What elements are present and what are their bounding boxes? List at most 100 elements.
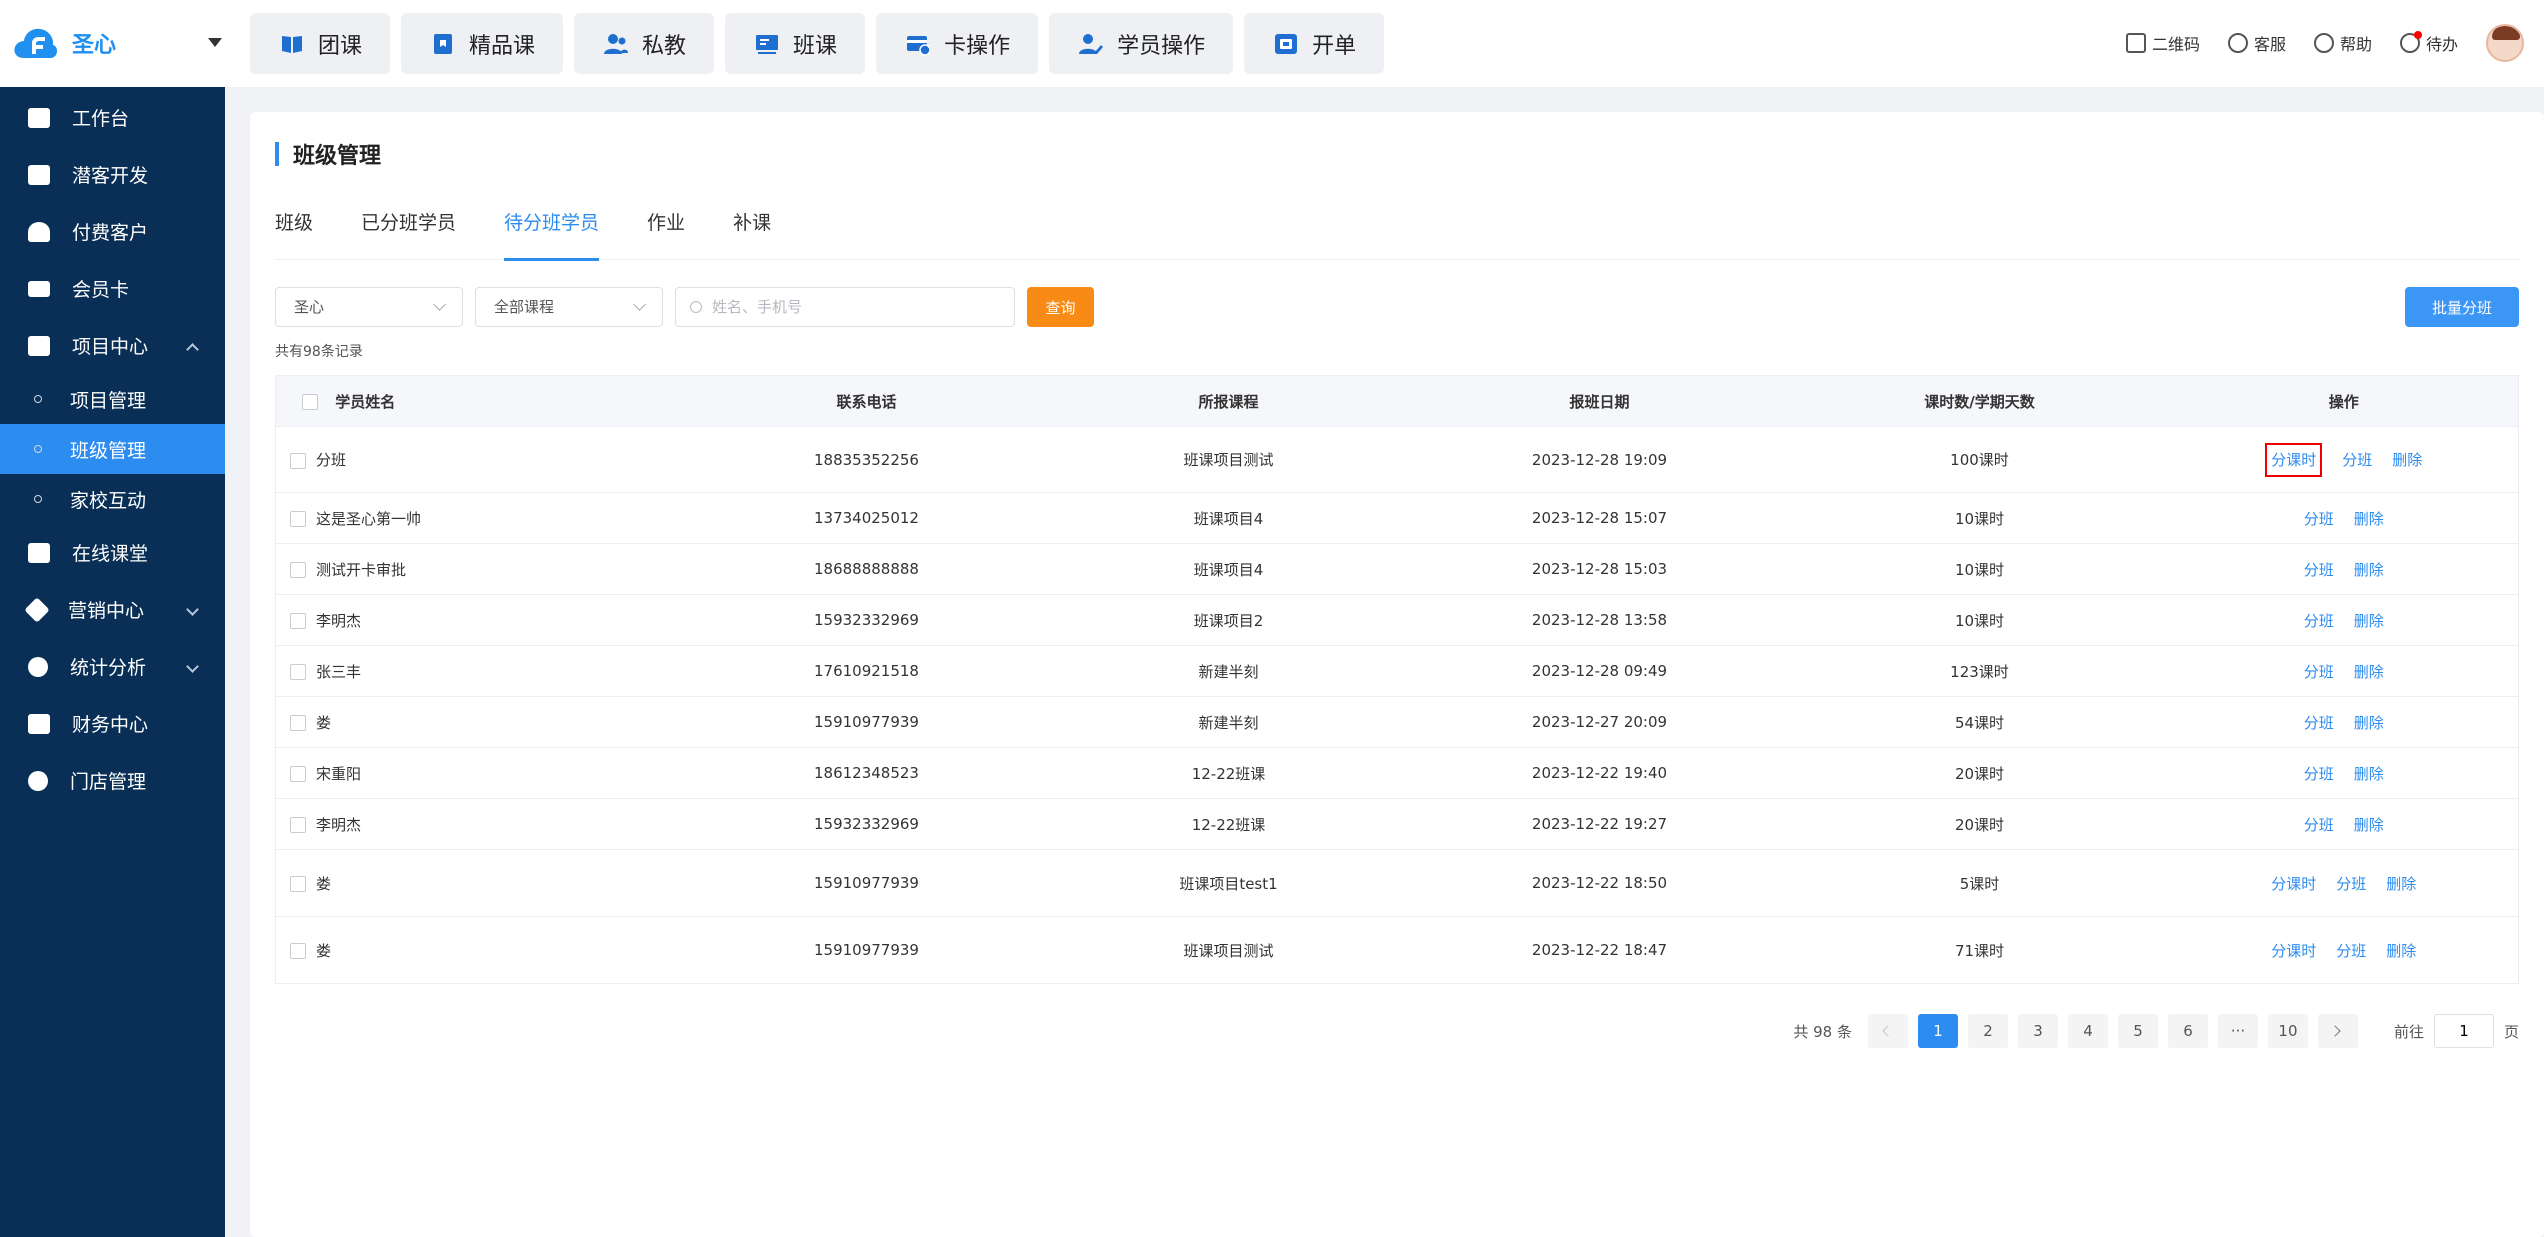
query-button[interactable]: 查询: [1027, 287, 1094, 327]
nav-tab-card-operation[interactable]: 卡操作: [876, 13, 1039, 74]
sidebar-item-statistics[interactable]: 统计分析: [0, 638, 225, 695]
student-name: 测试开卡审批: [316, 560, 407, 579]
assign-class-link[interactable]: 分班: [2304, 612, 2334, 630]
page-button[interactable]: 6: [2167, 1014, 2208, 1048]
assign-class-link[interactable]: 分班: [2342, 451, 2372, 469]
nav-tab-group-class[interactable]: 团课: [250, 13, 391, 74]
assign-class-link[interactable]: 分班: [2304, 714, 2334, 732]
sidebar-item-store-management[interactable]: 门店管理: [0, 752, 225, 809]
sidebar-item-prospects[interactable]: 潜客开发: [0, 146, 225, 203]
delete-link[interactable]: 删除: [2354, 612, 2384, 630]
sidebar-subitem-class-management[interactable]: 班级管理: [0, 424, 225, 474]
split-hours-link[interactable]: 分课时: [2265, 443, 2323, 477]
prev-page-button[interactable]: [1867, 1014, 1908, 1048]
batch-assign-button[interactable]: 批量分班: [2405, 287, 2519, 327]
assign-class-link[interactable]: 分班: [2304, 765, 2334, 783]
header-phone: 联系电话: [685, 375, 1048, 427]
row-checkbox[interactable]: [290, 817, 306, 833]
delete-link[interactable]: 删除: [2354, 510, 2384, 528]
page-button[interactable]: 3: [2017, 1014, 2058, 1048]
assign-class-link[interactable]: 分班: [2304, 816, 2334, 834]
goto-page-input[interactable]: [2433, 1014, 2494, 1048]
delete-link[interactable]: 删除: [2354, 561, 2384, 579]
org-switch-caret-icon[interactable]: [208, 38, 222, 47]
top-nav: 团课 精品课 私教 班课 卡操作 学员操作 开单: [250, 13, 1385, 74]
tab-assigned-students[interactable]: 已分班学员: [361, 208, 456, 260]
assign-class-link[interactable]: 分班: [2304, 510, 2334, 528]
sidebar-item-marketing[interactable]: 营销中心: [0, 581, 225, 638]
nav-tab-premium-course[interactable]: 精品课: [401, 13, 564, 74]
sidebar-item-project-center[interactable]: 项目中心: [0, 317, 225, 374]
delete-link[interactable]: 删除: [2354, 765, 2384, 783]
sidebar-item-finance[interactable]: 财务中心: [0, 695, 225, 752]
nav-tab-create-order[interactable]: 开单: [1244, 13, 1385, 74]
delete-link[interactable]: 删除: [2386, 875, 2416, 893]
student-name: 这是圣心第一帅: [316, 509, 422, 528]
tab-classes[interactable]: 班级: [275, 208, 313, 260]
sidebar-item-online-class[interactable]: 在线课堂: [0, 524, 225, 581]
cell-course: 班课项目test1: [1047, 849, 1410, 917]
page-button[interactable]: 4: [2067, 1014, 2108, 1048]
assign-class-link[interactable]: 分班: [2336, 942, 2366, 960]
delete-link[interactable]: 删除: [2386, 942, 2416, 960]
user-avatar[interactable]: [2486, 24, 2524, 62]
sidebar-item-label: 营销中心: [68, 600, 145, 622]
assign-class-link[interactable]: 分班: [2304, 561, 2334, 579]
assign-class-link[interactable]: 分班: [2304, 663, 2334, 681]
page-button[interactable]: 5: [2117, 1014, 2158, 1048]
sidebar-subitem-home-school[interactable]: 家校互动: [0, 474, 225, 524]
store-select[interactable]: 圣心: [275, 287, 463, 327]
sidebar-item-workbench[interactable]: 工作台: [0, 89, 225, 146]
sidebar-subitem-label: 家校互动: [70, 489, 147, 512]
course-select[interactable]: 全部课程: [475, 287, 663, 327]
row-checkbox[interactable]: [290, 766, 306, 782]
todo-button[interactable]: 待办: [2399, 31, 2458, 55]
sidebar-subitem-project-management[interactable]: 项目管理: [0, 374, 225, 424]
tab-makeup-class[interactable]: 补课: [733, 208, 771, 260]
table-row: 娄 15910977939 班课项目test1 2023-12-22 18:50 5课时…: [275, 849, 2519, 917]
sidebar-subitem-label: 项目管理: [70, 389, 147, 412]
split-hours-link[interactable]: 分课时: [2271, 942, 2316, 960]
row-checkbox[interactable]: [290, 452, 306, 469]
sidebar-item-membership-card[interactable]: 会员卡: [0, 260, 225, 317]
split-hours-link[interactable]: 分课时: [2271, 875, 2316, 893]
qrcode-button[interactable]: 二维码: [2125, 31, 2200, 55]
delete-link[interactable]: 删除: [2354, 816, 2384, 834]
nav-tab-class-course[interactable]: 班课: [725, 13, 866, 74]
row-checkbox[interactable]: [290, 943, 306, 959]
delete-link[interactable]: 删除: [2392, 451, 2422, 469]
row-checkbox[interactable]: [290, 511, 306, 527]
nav-tab-private-coach[interactable]: 私教: [574, 13, 715, 74]
row-checkbox[interactable]: [290, 613, 306, 629]
tab-homework[interactable]: 作业: [647, 208, 685, 260]
tab-pending-students[interactable]: 待分班学员: [504, 208, 600, 261]
cell-course: 新建半刻: [1047, 645, 1410, 697]
logo[interactable]: 圣心: [12, 26, 116, 60]
select-all-checkbox[interactable]: [302, 394, 318, 410]
order-icon: [1275, 33, 1298, 54]
nav-tab-student-operation[interactable]: 学员操作: [1049, 13, 1234, 74]
assign-class-link[interactable]: 分班: [2336, 875, 2366, 893]
help-button[interactable]: 帮助: [2313, 31, 2372, 55]
page-title-text: 班级管理: [293, 144, 382, 169]
row-checkbox[interactable]: [290, 562, 306, 578]
cell-student-name: 李明杰: [275, 798, 686, 850]
cell-student-name: 张三丰: [275, 645, 686, 697]
delete-link[interactable]: 删除: [2354, 663, 2384, 681]
page-button[interactable]: 1: [1917, 1014, 1958, 1048]
headset-icon: [2227, 33, 2248, 53]
row-checkbox[interactable]: [290, 876, 306, 892]
sidebar-item-paid-customers[interactable]: 付费客户: [0, 203, 225, 260]
more-pages-button[interactable]: ···: [2217, 1014, 2258, 1048]
page-button[interactable]: 2: [1967, 1014, 2008, 1048]
sub-tabs: 班级 已分班学员 待分班学员 作业 补课: [275, 208, 2519, 261]
row-checkbox[interactable]: [290, 715, 306, 731]
cell-phone: 15910977939: [685, 849, 1048, 917]
sidebar-item-label: 统计分析: [70, 657, 147, 679]
next-page-button[interactable]: [2317, 1014, 2358, 1048]
page-button[interactable]: 10: [2267, 1014, 2308, 1048]
customer-service-button[interactable]: 客服: [2227, 31, 2286, 55]
delete-link[interactable]: 删除: [2354, 714, 2384, 732]
row-checkbox[interactable]: [290, 664, 306, 680]
search-input[interactable]: [712, 288, 1012, 326]
